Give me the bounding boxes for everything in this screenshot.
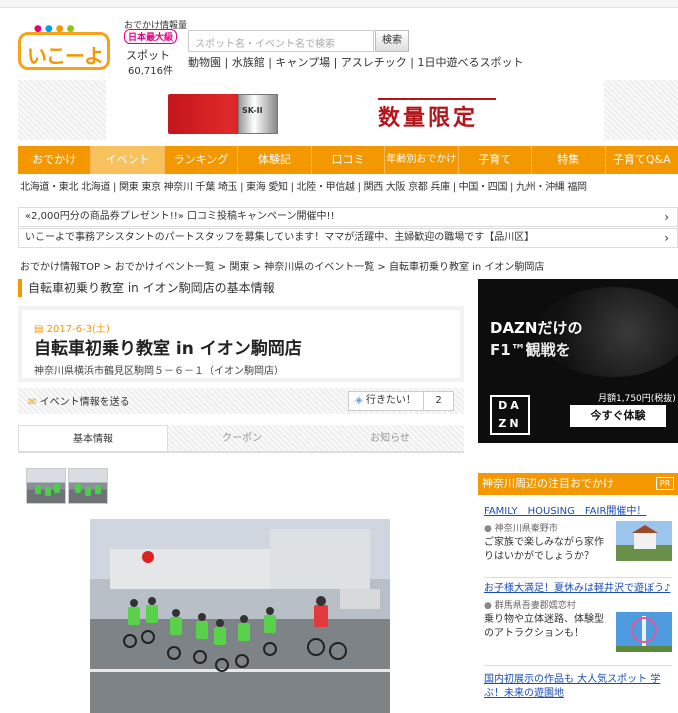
divider	[484, 665, 672, 666]
event-address: 神奈川県横浜市鶴見区駒岡５－６－１（イオン駒岡店）	[34, 366, 284, 377]
search-button[interactable]: 検索	[375, 30, 409, 52]
nav-taikenki[interactable]: 体験記	[238, 146, 312, 174]
region-links[interactable]: 北海道・東北 北海道 | 関東 東京 神奈川 千葉 埼玉 | 東海 愛知 | 北…	[20, 178, 587, 193]
want-to-go-button[interactable]: ◈ 行きたい！ 2	[348, 391, 454, 411]
nav-tokushu[interactable]: 特集	[532, 146, 606, 174]
tag-icon: ◈	[355, 395, 363, 406]
chevron-right-icon: ›	[664, 231, 669, 245]
pickup-title[interactable]: お子様大満足！夏休みは軽井沢で遊ぼう♪	[484, 582, 674, 596]
quick-links[interactable]: 動物園 | 水族館 | キャンプ場 | アスレチック | 1日中遊べるスポット	[188, 54, 523, 70]
send-event-label: イベント情報を送る	[39, 397, 130, 408]
photo-thumbnail[interactable]	[26, 468, 66, 504]
nav-age[interactable]: 年齢別おでかけ	[385, 146, 459, 174]
nav-kuchikomi[interactable]: 口コミ	[312, 146, 386, 174]
pickup-desc: ご家族で楽しみながら家作りはいかがでしょうか？	[484, 537, 604, 562]
notice-campaign[interactable]: «2,000円分の商品券プレゼント!!» 口コミ投稿キャンペーン開催中!! ›	[18, 207, 678, 227]
banner-headline: 数量限定	[378, 105, 479, 131]
dazn-logo: DA ZN	[490, 395, 530, 435]
tagline-badge: 日本最大級	[124, 29, 178, 44]
pickup-heading-text: 神奈川周辺の注目おでかけ	[482, 477, 614, 490]
nav-ranking[interactable]: ランキング	[165, 146, 239, 174]
notice-text: «2,000円分の商品券プレゼント!!» 口コミ投稿キャンペーン開催中!!	[25, 211, 335, 222]
divider	[484, 577, 672, 578]
nav-kosodate[interactable]: 子育て	[459, 146, 533, 174]
site-logo[interactable]: ●●●● いこーよ	[18, 24, 110, 70]
photo-thumbnail[interactable]	[68, 468, 108, 504]
info-tabs: 基本情報 クーポン お知らせ	[18, 425, 464, 453]
logo-text: いこーよ	[27, 44, 104, 68]
tab-basic[interactable]: 基本情報	[18, 425, 168, 451]
spot-count: 60,716件	[128, 66, 173, 77]
pickup-desc: 乗り物や立体迷路、体験型のアトラクションも！	[484, 614, 604, 639]
pickup-title[interactable]: 国内初展示の作品も 大人気スポット 学ぶ！未来の遊園地	[484, 673, 672, 701]
nav-event[interactable]: イベント	[91, 146, 165, 174]
event-date: ▤ 2017-6-3(土)	[34, 324, 110, 335]
notice-text: いこーよで事務アシスタントのパートスタッフを募集しています！ママが活躍中、主婦歓…	[25, 232, 535, 243]
mail-icon: ✉	[28, 397, 37, 408]
nav-qa[interactable]: 子育てQ&A	[606, 146, 678, 174]
want-label: 行きたい！	[365, 395, 416, 406]
want-count: 2	[423, 392, 453, 410]
event-photo	[90, 519, 390, 713]
top-border	[0, 0, 678, 8]
chevron-right-icon: ›	[664, 210, 669, 224]
send-event-button[interactable]: ✉ イベント情報を送る	[28, 393, 130, 408]
pin-icon: ●	[484, 524, 492, 534]
pickup-image	[616, 521, 672, 561]
section-title: 自転車初乗り教室 in イオン駒岡店の基本情報	[18, 279, 464, 297]
tab-coupon[interactable]: クーポン	[168, 425, 316, 451]
pickup-item[interactable]: お子様大満足！夏休みは軽井沢で遊ぼう♪ ● 群馬県吾妻郡嬬恋村 乗り物や立体迷路…	[484, 582, 674, 652]
pr-badge: PR	[656, 477, 674, 490]
ad-cta-button[interactable]: 今すぐ体験	[570, 405, 666, 427]
spot-label: スポット	[126, 49, 170, 62]
tab-news[interactable]: お知らせ	[316, 425, 464, 451]
pickup-item[interactable]: FAMILY HOUSING FAIR開催中！ ● 神奈川県秦野市 ご家族で楽し…	[484, 505, 674, 564]
ad-line-2: F1™観戦を	[490, 341, 571, 359]
ad-banner[interactable]: SK-II 数量限定	[18, 80, 678, 140]
event-card: ▤ 2017-6-3(土) 自転車初乗り教室 in イオン駒岡店 神奈川県横浜市…	[18, 306, 464, 382]
breadcrumb[interactable]: おでかけ情報TOP > おでかけイベント一覧 > 関東 > 神奈川県のイベント一…	[20, 258, 544, 273]
nav-odekake[interactable]: おでかけ	[18, 146, 92, 174]
pickup-item[interactable]: 国内初展示の作品も 大人気スポット 学ぶ！未来の遊園地	[484, 673, 674, 701]
pin-icon: ●	[484, 601, 492, 611]
event-photo-image	[90, 519, 390, 713]
ad-price: 月額1,750円(税抜)	[598, 394, 676, 404]
pickup-heading: 神奈川周辺の注目おでかけ PR	[478, 473, 678, 495]
event-title: 自転車初乗り教室 in イオン駒岡店	[34, 339, 302, 359]
ad-line-1: DAZNだけの	[490, 319, 583, 337]
dazn-ad[interactable]: DAZNだけの F1™観戦を DA ZN 月額1,750円(税抜) 今すぐ体験	[478, 279, 678, 443]
main-nav: おでかけ イベント ランキング 体験記 口コミ 年齢別おでかけ 子育て 特集 子…	[18, 146, 678, 174]
pickup-location: ● 群馬県吾妻郡嬬恋村	[484, 601, 576, 611]
pickup-image	[616, 612, 672, 652]
brand-name: SK-II	[242, 106, 263, 115]
search-input[interactable]: スポット名・イベント名で検索	[188, 30, 374, 52]
notice-recruit[interactable]: いこーよで事務アシスタントのパートスタッフを募集しています！ママが活躍中、主婦歓…	[18, 228, 678, 248]
pickup-title[interactable]: FAMILY HOUSING FAIR開催中！	[484, 505, 674, 519]
